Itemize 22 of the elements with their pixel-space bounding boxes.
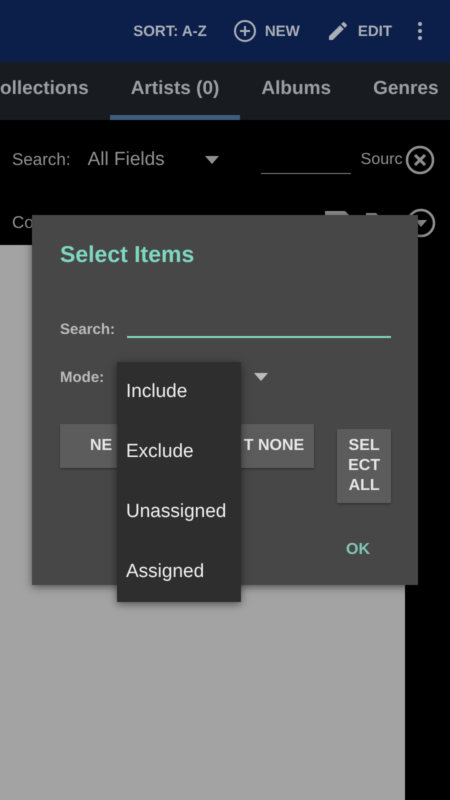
tab[interactable]: Artists (0)	[110, 62, 240, 120]
add-circle-icon	[232, 19, 257, 43]
source-label: Sourc	[360, 151, 404, 169]
search-label: Search:	[12, 150, 71, 170]
caret-icon[interactable]	[204, 156, 219, 164]
menu-item[interactable]: Assigned	[117, 542, 241, 602]
toolbar-action[interactable]: SORT: A-Z	[133, 22, 207, 40]
tab[interactable]: Albums	[240, 62, 352, 120]
tab[interactable]: Genres	[352, 62, 450, 120]
search-label: Search:	[60, 321, 116, 338]
toolbar-action[interactable]: NEW	[264, 22, 300, 40]
menu-item[interactable]: Unassigned	[117, 482, 241, 542]
tab[interactable]: ollections	[0, 62, 110, 120]
ok-button[interactable]: OK	[340, 540, 376, 560]
mode-label: Mode:	[60, 368, 104, 386]
dialog-title: Select Items	[60, 241, 196, 268]
caret-icon[interactable]	[254, 373, 268, 381]
close-icon[interactable]	[404, 145, 435, 175]
field-dropdown[interactable]: All Fields	[88, 149, 165, 171]
menu-item[interactable]: Include	[117, 362, 241, 422]
dialog-button[interactable]: SELECT ALL	[337, 429, 391, 503]
toolbar-action[interactable]: EDIT	[358, 22, 392, 40]
